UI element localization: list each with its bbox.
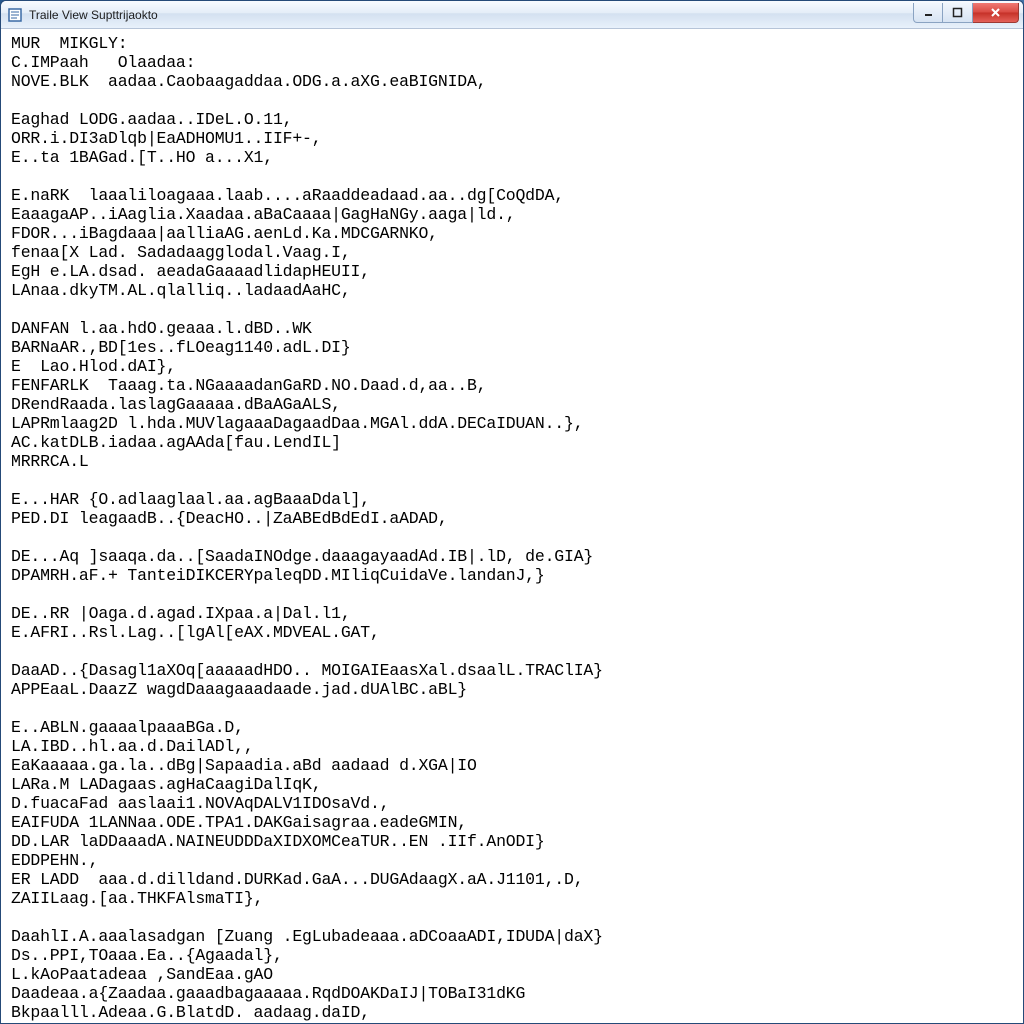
text-line: DE...Aq ]saaqa.da..[SaadaINOdge.daaagaya…	[11, 547, 1017, 566]
text-line: ZAIILaag.[aa.THKFAlsmaTI},	[11, 889, 1017, 908]
close-button[interactable]	[973, 3, 1019, 23]
text-line: Ds..PPI,TOaaa.Ea..{Agaadal},	[11, 946, 1017, 965]
text-line: Daadeaa.a{Zaadaa.gaaadbagaaaaa.RqdDOAKDa…	[11, 984, 1017, 1003]
text-line: DE..RR |Oaga.d.agad.IXpaa.a|Dal.l1,	[11, 604, 1017, 623]
text-line: E..ABLN.gaaaalpaaaBGa.D,	[11, 718, 1017, 737]
app-icon	[7, 7, 23, 23]
text-line	[11, 471, 1017, 490]
text-line: Eaghad LODG.aadaa..IDeL.O.11,	[11, 110, 1017, 129]
text-line: Bkpaalll.Adeaa.G.BlatdD. aadaag.daID,	[11, 1003, 1017, 1022]
text-line	[11, 91, 1017, 110]
text-line: DD.LAR laDDaaadA.NAINEUDDDaXIDXOMCeaTUR.…	[11, 832, 1017, 851]
text-line: L.kAoPaatadeaa ,SandEaa.gAO	[11, 965, 1017, 984]
application-window: Traile View Supttrijaokto MUR MIKGLY:C.I…	[0, 0, 1024, 1024]
text-line: E.naRK laaaliloagaaa.laab....aRaaddeadaa…	[11, 186, 1017, 205]
text-line: WKRbaag lDDalliadamOdeaa.Xqa,	[11, 1022, 1017, 1023]
text-line: E.AFRI..Rsl.Lag..[lgAl[eAX.MDVEAL.GAT,	[11, 623, 1017, 642]
text-line: EDDPEHN.,	[11, 851, 1017, 870]
text-line: fenaa[X Lad. Sadadaagglodal.Vaag.I,	[11, 243, 1017, 262]
text-line: EaKaaaaa.ga.la..dBg|Sapaadia.aBd aadaad …	[11, 756, 1017, 775]
text-line	[11, 167, 1017, 186]
text-line	[11, 699, 1017, 718]
text-line: PED.DI leagaadB..{DeacHO..|ZaABEdBdEdI.a…	[11, 509, 1017, 528]
text-line: E Lao.Hlod.dAI},	[11, 357, 1017, 376]
text-line: E...HAR {O.adlaaglaal.aa.agBaaaDdal],	[11, 490, 1017, 509]
text-line: DANFAN l.aa.hdO.geaaa.l.dBD..WK	[11, 319, 1017, 338]
text-line: EaaagaAP..iAaglia.Xaadaa.aBaCaaaa|GagHaN…	[11, 205, 1017, 224]
text-line: ORR.i.DI3aDlqb|EaADHOMU1..IIF+-,	[11, 129, 1017, 148]
text-line: C.IMPaah Olaadaa:	[11, 53, 1017, 72]
titlebar[interactable]: Traile View Supttrijaokto	[1, 1, 1023, 29]
text-line	[11, 642, 1017, 661]
client-area: MUR MIKGLY:C.IMPaah Olaadaa:NOVE.BLK aad…	[1, 29, 1023, 1023]
text-line: LAPRmlaag2D l.hda.MUVlagaaaDagaadDaa.MGA…	[11, 414, 1017, 433]
maximize-icon	[952, 7, 963, 18]
maximize-button[interactable]	[943, 3, 973, 23]
text-line: E..ta 1BAGad.[T..HO a...X1,	[11, 148, 1017, 167]
text-line: EAIFUDA 1LANNaa.ODE.TPA1.DAKGaisagraa.ea…	[11, 813, 1017, 832]
text-line: EgH e.LA.dsad. aeadaGaaaadlidapHEUII,	[11, 262, 1017, 281]
text-line: FENFARLK Taaag.ta.NGaaaadanGaRD.NO.Daad.…	[11, 376, 1017, 395]
minimize-icon	[923, 7, 934, 18]
text-line: MUR MIKGLY:	[11, 34, 1017, 53]
text-line: BARNaAR.,BD[1es..fLOeag1140.adL.DI}	[11, 338, 1017, 357]
close-icon	[990, 7, 1001, 18]
text-line: LA.IBD..hl.aa.d.DailADl,,	[11, 737, 1017, 756]
text-line: ER LADD aaa.d.dilldand.DURKad.GaA...DUGA…	[11, 870, 1017, 889]
window-title: Traile View Supttrijaokto	[29, 8, 913, 22]
text-line: D.fuacaFad aaslaai1.NOVAqDALV1IDOsaVd.,	[11, 794, 1017, 813]
text-line: DaahlI.A.aaalasadgan [Zuang .EgLubadeaaa…	[11, 927, 1017, 946]
text-line: DPAMRH.aF.+ TanteiDIKCERYpaleqDD.MIliqCu…	[11, 566, 1017, 585]
text-line: MRRRCA.L	[11, 452, 1017, 471]
text-line: LAnaa.dkyTM.AL.qlalliq..ladaadAaHC,	[11, 281, 1017, 300]
text-line: APPEaaL.DaazZ wagdDaaagaaadaade.jad.dUAl…	[11, 680, 1017, 699]
text-line: AC.katDLB.iadaa.agAAda[fau.LendIL]	[11, 433, 1017, 452]
text-line	[11, 908, 1017, 927]
text-line: DaaAD..{Dasagl1aXOq[aaaaadHDO.. MOIGAIEa…	[11, 661, 1017, 680]
text-line: NOVE.BLK aadaa.Caobaagaddaa.ODG.a.aXG.ea…	[11, 72, 1017, 91]
text-line: FDOR...iBagdaaa|aalliaAG.aenLd.Ka.MDCGAR…	[11, 224, 1017, 243]
text-line	[11, 585, 1017, 604]
minimize-button[interactable]	[913, 3, 943, 23]
window-control-group	[913, 3, 1019, 23]
text-line: DRendRaada.laslagGaaaaa.dBaAGaALS,	[11, 395, 1017, 414]
text-line: LARa.M LADagaas.agHaCaagiDalIqK,	[11, 775, 1017, 794]
text-view[interactable]: MUR MIKGLY:C.IMPaah Olaadaa:NOVE.BLK aad…	[1, 30, 1023, 1023]
text-line	[11, 528, 1017, 547]
text-line	[11, 300, 1017, 319]
